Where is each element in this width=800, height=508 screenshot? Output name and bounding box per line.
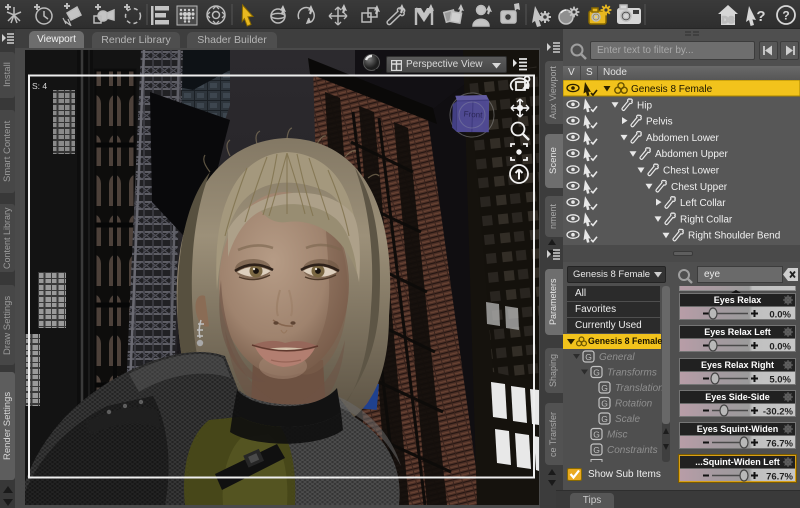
svg-text:76.7%: 76.7% <box>766 471 793 482</box>
svg-text:0.0%: 0.0% <box>769 342 791 353</box>
svg-text:Right Collar: Right Collar <box>680 214 733 225</box>
svg-text:Front: Front <box>463 109 483 119</box>
svg-text:Abdomen Lower: Abdomen Lower <box>646 133 719 144</box>
svg-text:-30.2%: -30.2% <box>763 406 794 417</box>
svg-text:S: 4: S: 4 <box>32 81 47 91</box>
svg-text:Rotation: Rotation <box>615 399 653 410</box>
svg-text:Pelvis: Pelvis <box>646 117 673 128</box>
svg-text:Chest Upper: Chest Upper <box>671 182 728 193</box>
svg-text:Translation: Translation <box>615 383 664 394</box>
svg-text:76.7%: 76.7% <box>766 439 793 450</box>
svg-text:DS: DS <box>722 15 735 25</box>
svg-text:?: ? <box>756 8 765 25</box>
svg-text:Scale: Scale <box>615 414 640 425</box>
svg-text:Chest Lower: Chest Lower <box>663 166 720 177</box>
svg-text:5.0%: 5.0% <box>769 374 791 385</box>
svg-text:Left Collar: Left Collar <box>680 198 726 209</box>
svg-text:Genesis 8 Female: Genesis 8 Female <box>631 84 713 95</box>
svg-text:0.0%: 0.0% <box>769 310 791 321</box>
svg-text:Misc: Misc <box>607 430 628 441</box>
svg-text:Hip: Hip <box>637 100 652 111</box>
svg-text:Constraints: Constraints <box>607 445 658 456</box>
svg-text:Right Shoulder Bend: Right Shoulder Bend <box>688 231 780 242</box>
svg-text:Transforms: Transforms <box>607 368 657 379</box>
svg-text:?: ? <box>782 9 789 23</box>
svg-text:General: General <box>599 352 635 363</box>
svg-text:Abdomen Upper: Abdomen Upper <box>655 149 728 160</box>
